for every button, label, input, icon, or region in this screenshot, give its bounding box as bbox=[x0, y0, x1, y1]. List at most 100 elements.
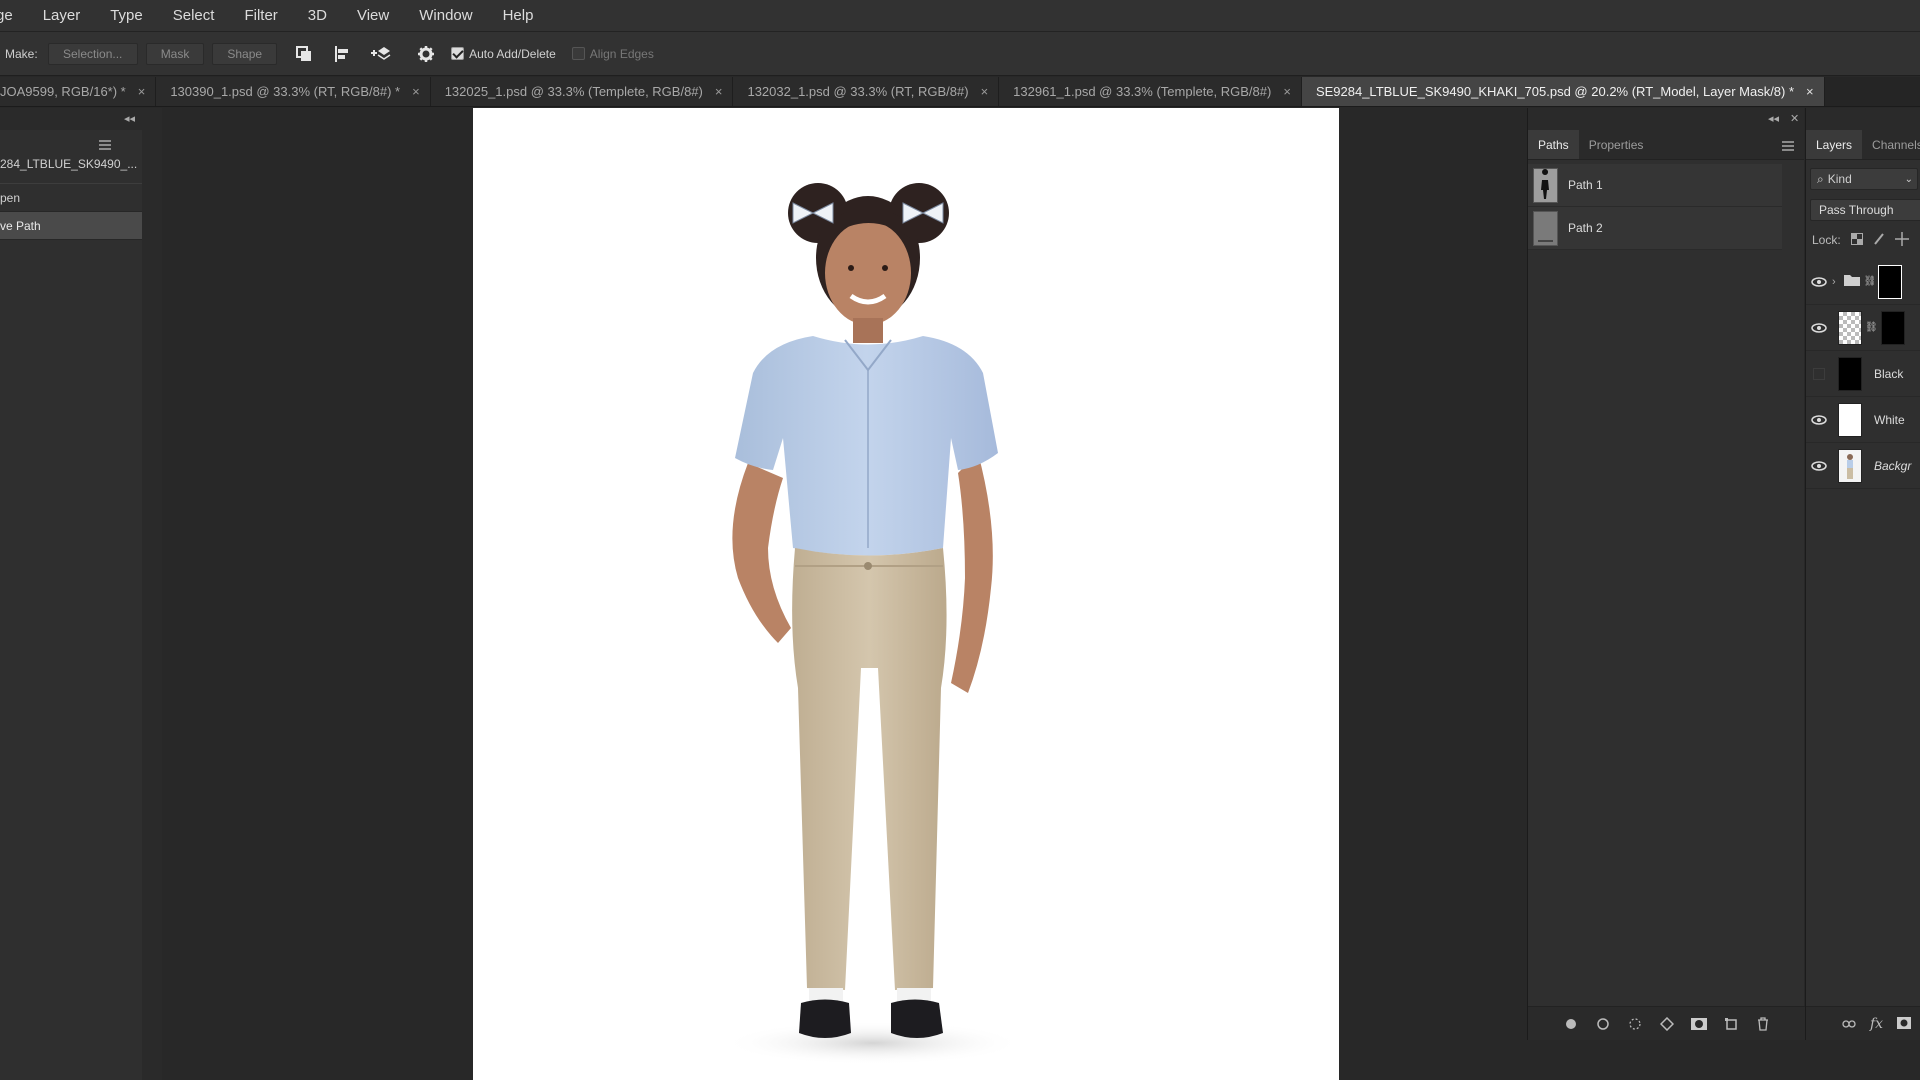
eye-icon[interactable] bbox=[1806, 414, 1832, 425]
menu-type[interactable]: Type bbox=[95, 0, 158, 32]
checkbox-icon bbox=[451, 47, 465, 60]
tab-paths[interactable]: Paths bbox=[1528, 130, 1579, 159]
menu-filter[interactable]: Filter bbox=[229, 0, 292, 32]
new-path-icon[interactable] bbox=[1723, 1016, 1739, 1032]
checkbox-icon bbox=[571, 47, 585, 60]
tab-label: 132025_1.psd @ 33.3% (Templete, RGB/8#) bbox=[444, 84, 703, 99]
close-icon[interactable]: × bbox=[715, 84, 723, 99]
tab-channels[interactable]: Channels bbox=[1862, 130, 1920, 159]
fx-button[interactable]: fx bbox=[1870, 1016, 1883, 1032]
stroke-path-icon[interactable] bbox=[1595, 1016, 1611, 1032]
auto-add-delete-checkbox[interactable]: Auto Add/Delete bbox=[451, 47, 556, 61]
trash-icon[interactable] bbox=[1755, 1016, 1771, 1032]
path-name: Path 2 bbox=[1568, 221, 1603, 235]
load-selection-icon[interactable] bbox=[1627, 1016, 1643, 1032]
panel-dock-bottom bbox=[1527, 1040, 1920, 1080]
close-icon[interactable]: × bbox=[138, 84, 146, 99]
path-operations-icon[interactable] bbox=[291, 41, 317, 67]
panel-header bbox=[1806, 108, 1920, 130]
layer-mask-thumbnail[interactable] bbox=[1878, 264, 1903, 299]
menu-image[interactable]: ge bbox=[0, 0, 28, 32]
layers-panel: Layers Channels ⌕ Kind ⌄ Pass Through Lo… bbox=[1805, 108, 1920, 1040]
tab-layers[interactable]: Layers bbox=[1806, 130, 1863, 159]
make-label: Make: bbox=[5, 46, 38, 61]
layer-row-black[interactable]: Black bbox=[1806, 351, 1920, 397]
close-icon[interactable]: × bbox=[1283, 84, 1291, 99]
collapse-panel-icon[interactable]: ◂◂ bbox=[124, 112, 135, 125]
menu-select[interactable]: Select bbox=[158, 0, 230, 32]
make-work-path-icon[interactable] bbox=[1659, 1016, 1675, 1032]
make-shape-button[interactable]: Shape bbox=[212, 42, 278, 65]
document-tab[interactable]: 132961_1.psd @ 33.3% (Templete, RGB/8#) … bbox=[999, 77, 1302, 106]
layer-row-masked[interactable]: ⛓ bbox=[1806, 305, 1920, 351]
menu-help[interactable]: Help bbox=[488, 0, 549, 32]
document-tab[interactable]: JOA9599, RGB/16*) * × bbox=[0, 77, 157, 106]
menu-view[interactable]: View bbox=[342, 0, 404, 32]
eye-icon[interactable] bbox=[1806, 276, 1832, 287]
tab-label: 130390_1.psd @ 33.3% (RT, RGB/8#) * bbox=[170, 84, 401, 99]
layer-name: White bbox=[1874, 412, 1905, 427]
layer-thumbnail[interactable] bbox=[1838, 448, 1862, 483]
layer-row-group[interactable]: › ⛓ bbox=[1806, 259, 1920, 305]
tab-label: SE9284_LTBLUE_SK9490_KHAKI_705.psd @ 20.… bbox=[1315, 84, 1795, 99]
panel-tabs: Layers Channels bbox=[1806, 130, 1920, 160]
make-mask-button[interactable]: Mask bbox=[145, 42, 205, 65]
layer-name: Backgr bbox=[1874, 458, 1912, 473]
link-icon[interactable] bbox=[1842, 1016, 1856, 1032]
lock-pixels-icon[interactable] bbox=[1873, 232, 1885, 248]
canvas-area bbox=[163, 108, 1527, 1080]
panel-menu-icon[interactable] bbox=[1782, 139, 1794, 154]
document-canvas[interactable] bbox=[473, 108, 1339, 1080]
menu-layer[interactable]: Layer bbox=[28, 0, 96, 32]
paths-panel: ◂◂ ✕ Paths Properties Path 1 Path 2 bbox=[1527, 108, 1805, 1040]
paths-panel-footer bbox=[1528, 1006, 1805, 1040]
menu-window[interactable]: Window bbox=[404, 0, 487, 32]
collapse-panel-icon[interactable]: ◂◂ bbox=[1768, 112, 1779, 125]
blend-mode-select[interactable]: Pass Through bbox=[1810, 199, 1920, 221]
close-icon[interactable]: ✕ bbox=[1790, 112, 1799, 125]
path-arrangement-icon[interactable] bbox=[367, 41, 393, 67]
path-row[interactable]: Path 2 bbox=[1528, 207, 1782, 250]
chevron-down-icon: ⌄ bbox=[1904, 173, 1913, 185]
layer-row-white[interactable]: White bbox=[1806, 397, 1920, 443]
history-list: 284_LTBLUE_SK9490_... pen ve Path bbox=[0, 130, 142, 240]
history-snapshot[interactable]: 284_LTBLUE_SK9490_... bbox=[0, 144, 142, 184]
layer-name: Black bbox=[1874, 366, 1904, 381]
document-tab[interactable]: 130390_1.psd @ 33.3% (RT, RGB/8#) * × bbox=[156, 77, 431, 106]
tab-label: 132032_1.psd @ 33.3% (RT, RGB/8#) bbox=[747, 84, 969, 99]
close-icon[interactable]: × bbox=[1806, 84, 1814, 99]
layer-mask-thumbnail[interactable] bbox=[1880, 310, 1905, 345]
layer-row-background[interactable]: Backgr bbox=[1806, 443, 1920, 489]
lock-transparent-icon[interactable] bbox=[1850, 232, 1863, 248]
add-layer-mask-icon[interactable] bbox=[1897, 1016, 1912, 1032]
visibility-toggle[interactable] bbox=[1813, 367, 1825, 380]
path-row[interactable]: Path 1 bbox=[1528, 164, 1782, 207]
layer-thumbnail[interactable] bbox=[1838, 310, 1862, 345]
add-mask-icon[interactable] bbox=[1690, 1016, 1707, 1032]
document-tab[interactable]: 132032_1.psd @ 33.3% (RT, RGB/8#) × bbox=[733, 77, 1000, 106]
path-alignment-icon[interactable] bbox=[329, 41, 355, 67]
lock-position-icon[interactable] bbox=[1894, 231, 1909, 249]
layers-panel-footer: fx bbox=[1806, 1006, 1920, 1040]
eye-icon[interactable] bbox=[1806, 322, 1832, 333]
layer-thumbnail[interactable] bbox=[1838, 356, 1862, 391]
align-edges-checkbox[interactable]: Align Edges bbox=[571, 47, 654, 61]
close-icon[interactable]: × bbox=[412, 84, 420, 99]
close-icon[interactable]: × bbox=[981, 84, 989, 99]
make-selection-button[interactable]: Selection... bbox=[47, 42, 138, 65]
menu-3d[interactable]: 3D bbox=[293, 0, 342, 32]
gear-icon[interactable] bbox=[413, 41, 439, 67]
document-tab-active[interactable]: SE9284_LTBLUE_SK9490_KHAKI_705.psd @ 20.… bbox=[1301, 77, 1825, 106]
chevron-right-icon[interactable]: › bbox=[1832, 276, 1836, 288]
tab-properties[interactable]: Properties bbox=[1579, 130, 1654, 159]
layer-thumbnail[interactable] bbox=[1838, 402, 1862, 437]
eye-icon[interactable] bbox=[1806, 460, 1832, 471]
layer-filter-select[interactable]: ⌕ Kind ⌄ bbox=[1810, 168, 1918, 190]
document-tab-bar: JOA9599, RGB/16*) * × 130390_1.psd @ 33.… bbox=[0, 77, 1920, 107]
fill-path-icon[interactable] bbox=[1563, 1016, 1579, 1032]
document-tab[interactable]: 132025_1.psd @ 33.3% (Templete, RGB/8#) … bbox=[430, 77, 734, 106]
history-item[interactable]: pen bbox=[0, 184, 142, 212]
path-thumbnail bbox=[1533, 167, 1558, 203]
search-icon: ⌕ bbox=[1817, 171, 1824, 186]
history-item[interactable]: ve Path bbox=[0, 212, 142, 240]
